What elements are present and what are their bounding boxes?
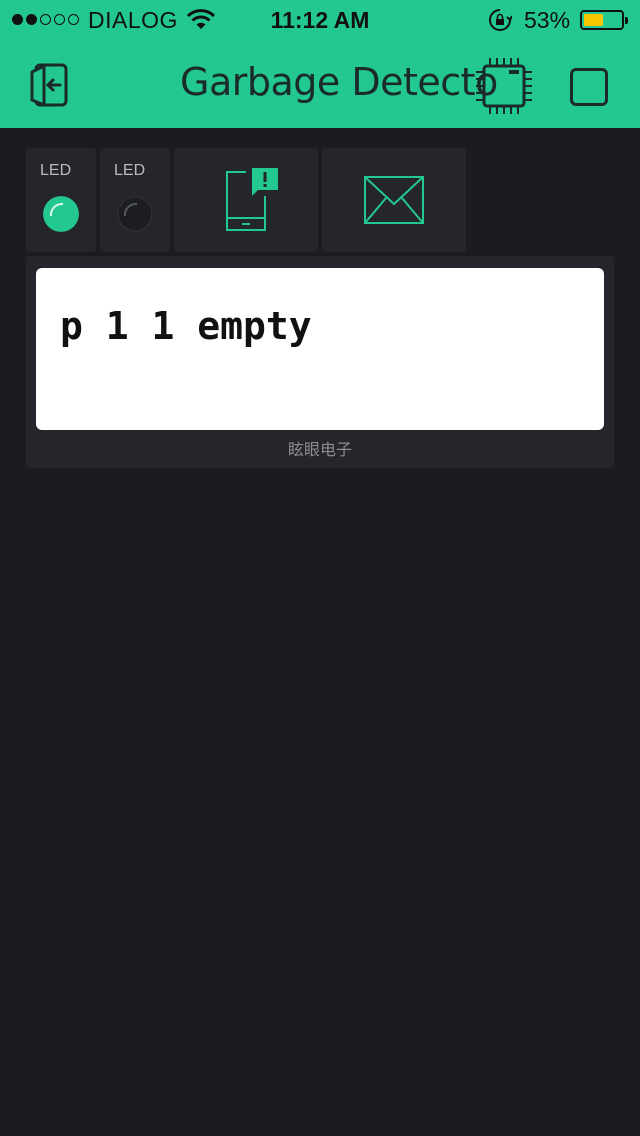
led-on-light (43, 196, 79, 232)
email-widget[interactable] (322, 148, 466, 252)
lcd-screen: p 1 1 empty (36, 268, 604, 430)
envelope-icon (364, 176, 424, 224)
notification-widget[interactable] (174, 148, 318, 252)
lcd-line-1: p 1 1 empty (60, 304, 312, 348)
battery-nub (625, 17, 628, 24)
led-label: LED (114, 162, 146, 179)
lcd-widget-label: 眩眼电子 (287, 440, 352, 459)
chip-icon[interactable] (474, 56, 534, 116)
led-off-light (117, 196, 153, 232)
lcd-widget[interactable]: p 1 1 empty 眩眼电子 (26, 256, 614, 468)
led-label: LED (40, 162, 72, 179)
phone-notification-icon (226, 168, 278, 231)
status-bar: DIALOG 11:12 AM 53% (0, 0, 640, 40)
rotation-lock-icon (489, 9, 512, 31)
battery-icon (580, 10, 628, 30)
project-title: Garbage Detecto (180, 60, 498, 104)
stop-icon[interactable] (570, 68, 608, 106)
led-widget-1[interactable]: LED (26, 148, 96, 252)
exit-icon[interactable] (26, 62, 78, 108)
battery-level (584, 14, 603, 26)
battery-percent: 53% (524, 7, 571, 33)
led-widget-2[interactable]: LED (100, 148, 170, 252)
top-bar: DIALOG 11:12 AM 53% Garbage Detecto (0, 0, 640, 128)
